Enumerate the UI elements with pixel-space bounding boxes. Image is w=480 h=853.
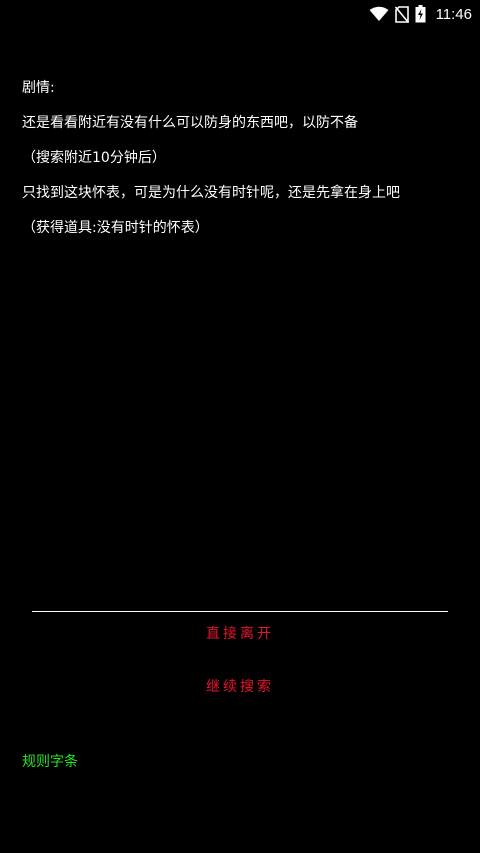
status-bar: 11:46 (0, 0, 480, 28)
rules-note-link[interactable]: 规则字条 (22, 752, 78, 772)
battery-charging-icon (415, 5, 426, 23)
wifi-icon (369, 6, 389, 22)
story-line: 还是看看附近有没有什么可以防身的东西吧，以防不备 (22, 115, 358, 131)
choices-divider (32, 611, 448, 612)
no-sim-icon (394, 5, 409, 23)
story-line: 只找到这块怀表，可是为什么没有时针呢，还是先拿在身上吧 (22, 185, 400, 201)
story-heading: 剧情: (22, 80, 55, 96)
story-text: 剧情: 还是看看附近有没有什么可以防身的东西吧，以防不备 （搜索附近10分钟后）… (22, 78, 462, 253)
story-line: （搜索附近10分钟后） (22, 150, 166, 166)
choice-continue-search-button[interactable]: 继续搜索 (0, 677, 480, 697)
story-line: （获得道具:没有时针的怀表） (22, 220, 209, 236)
choice-leave-directly-button[interactable]: 直接离开 (0, 624, 480, 644)
clock: 11:46 (435, 5, 472, 23)
status-icons: 11:46 (369, 4, 472, 24)
